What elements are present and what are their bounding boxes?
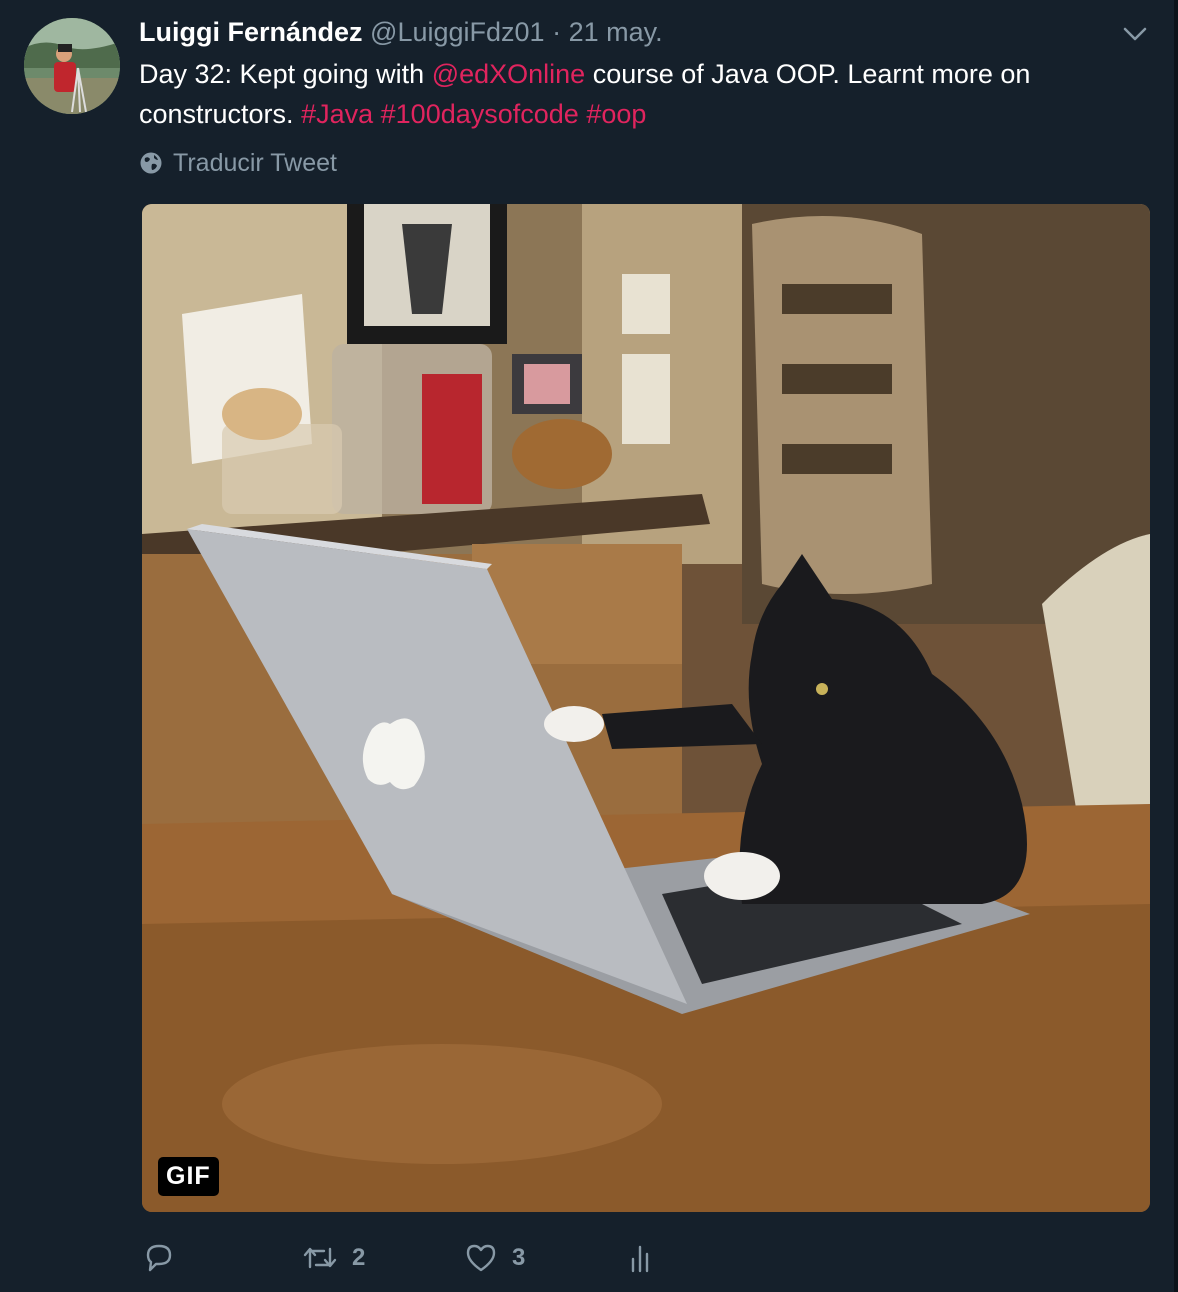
avatar[interactable] <box>24 18 120 114</box>
mention-link[interactable]: @edXOnline <box>432 59 586 89</box>
tweet-actions: 2 3 <box>142 1236 702 1280</box>
tweet-media-gif[interactable]: GIF <box>142 204 1150 1212</box>
author-handle[interactable]: @LuiggiFdz01 <box>370 17 545 47</box>
globe-icon <box>140 152 162 174</box>
tweet-date[interactable]: 21 may. <box>569 17 663 47</box>
chevron-down-icon <box>1123 27 1147 41</box>
like-button[interactable]: 3 <box>464 1236 525 1280</box>
reply-icon <box>146 1244 172 1272</box>
hashtag-100daysofcode[interactable]: #100daysofcode <box>381 99 579 129</box>
gif-image <box>142 204 1150 1212</box>
translate-tweet-link[interactable]: Traducir Tweet <box>139 148 337 178</box>
hashtag-oop[interactable]: #oop <box>586 99 646 129</box>
retweet-button[interactable]: 2 <box>302 1236 365 1280</box>
retweet-count: 2 <box>352 1244 366 1271</box>
reply-button[interactable] <box>142 1236 190 1280</box>
tweet[interactable]: Luiggi Fernández @LuiggiFdz01 · 21 may. … <box>0 0 1178 1292</box>
analytics-icon <box>631 1245 649 1273</box>
analytics-button[interactable] <box>626 1236 656 1280</box>
gif-badge: GIF <box>158 1157 219 1196</box>
tweet-text-part: Day 32: Kept going with <box>139 59 432 89</box>
translate-label: Traducir Tweet <box>173 149 337 177</box>
hashtag-java[interactable]: #Java <box>301 99 373 129</box>
tweet-header: Luiggi Fernández @LuiggiFdz01 · 21 may. <box>139 16 663 48</box>
heart-icon <box>466 1244 496 1272</box>
retweet-icon <box>303 1247 337 1269</box>
more-options-button[interactable] <box>1120 22 1150 46</box>
like-count: 3 <box>512 1244 526 1271</box>
tweet-text: Day 32: Kept going with @edXOnline cours… <box>139 54 1139 134</box>
author-name[interactable]: Luiggi Fernández <box>139 17 363 47</box>
separator-dot: · <box>552 17 562 47</box>
avatar-photo <box>24 18 120 114</box>
